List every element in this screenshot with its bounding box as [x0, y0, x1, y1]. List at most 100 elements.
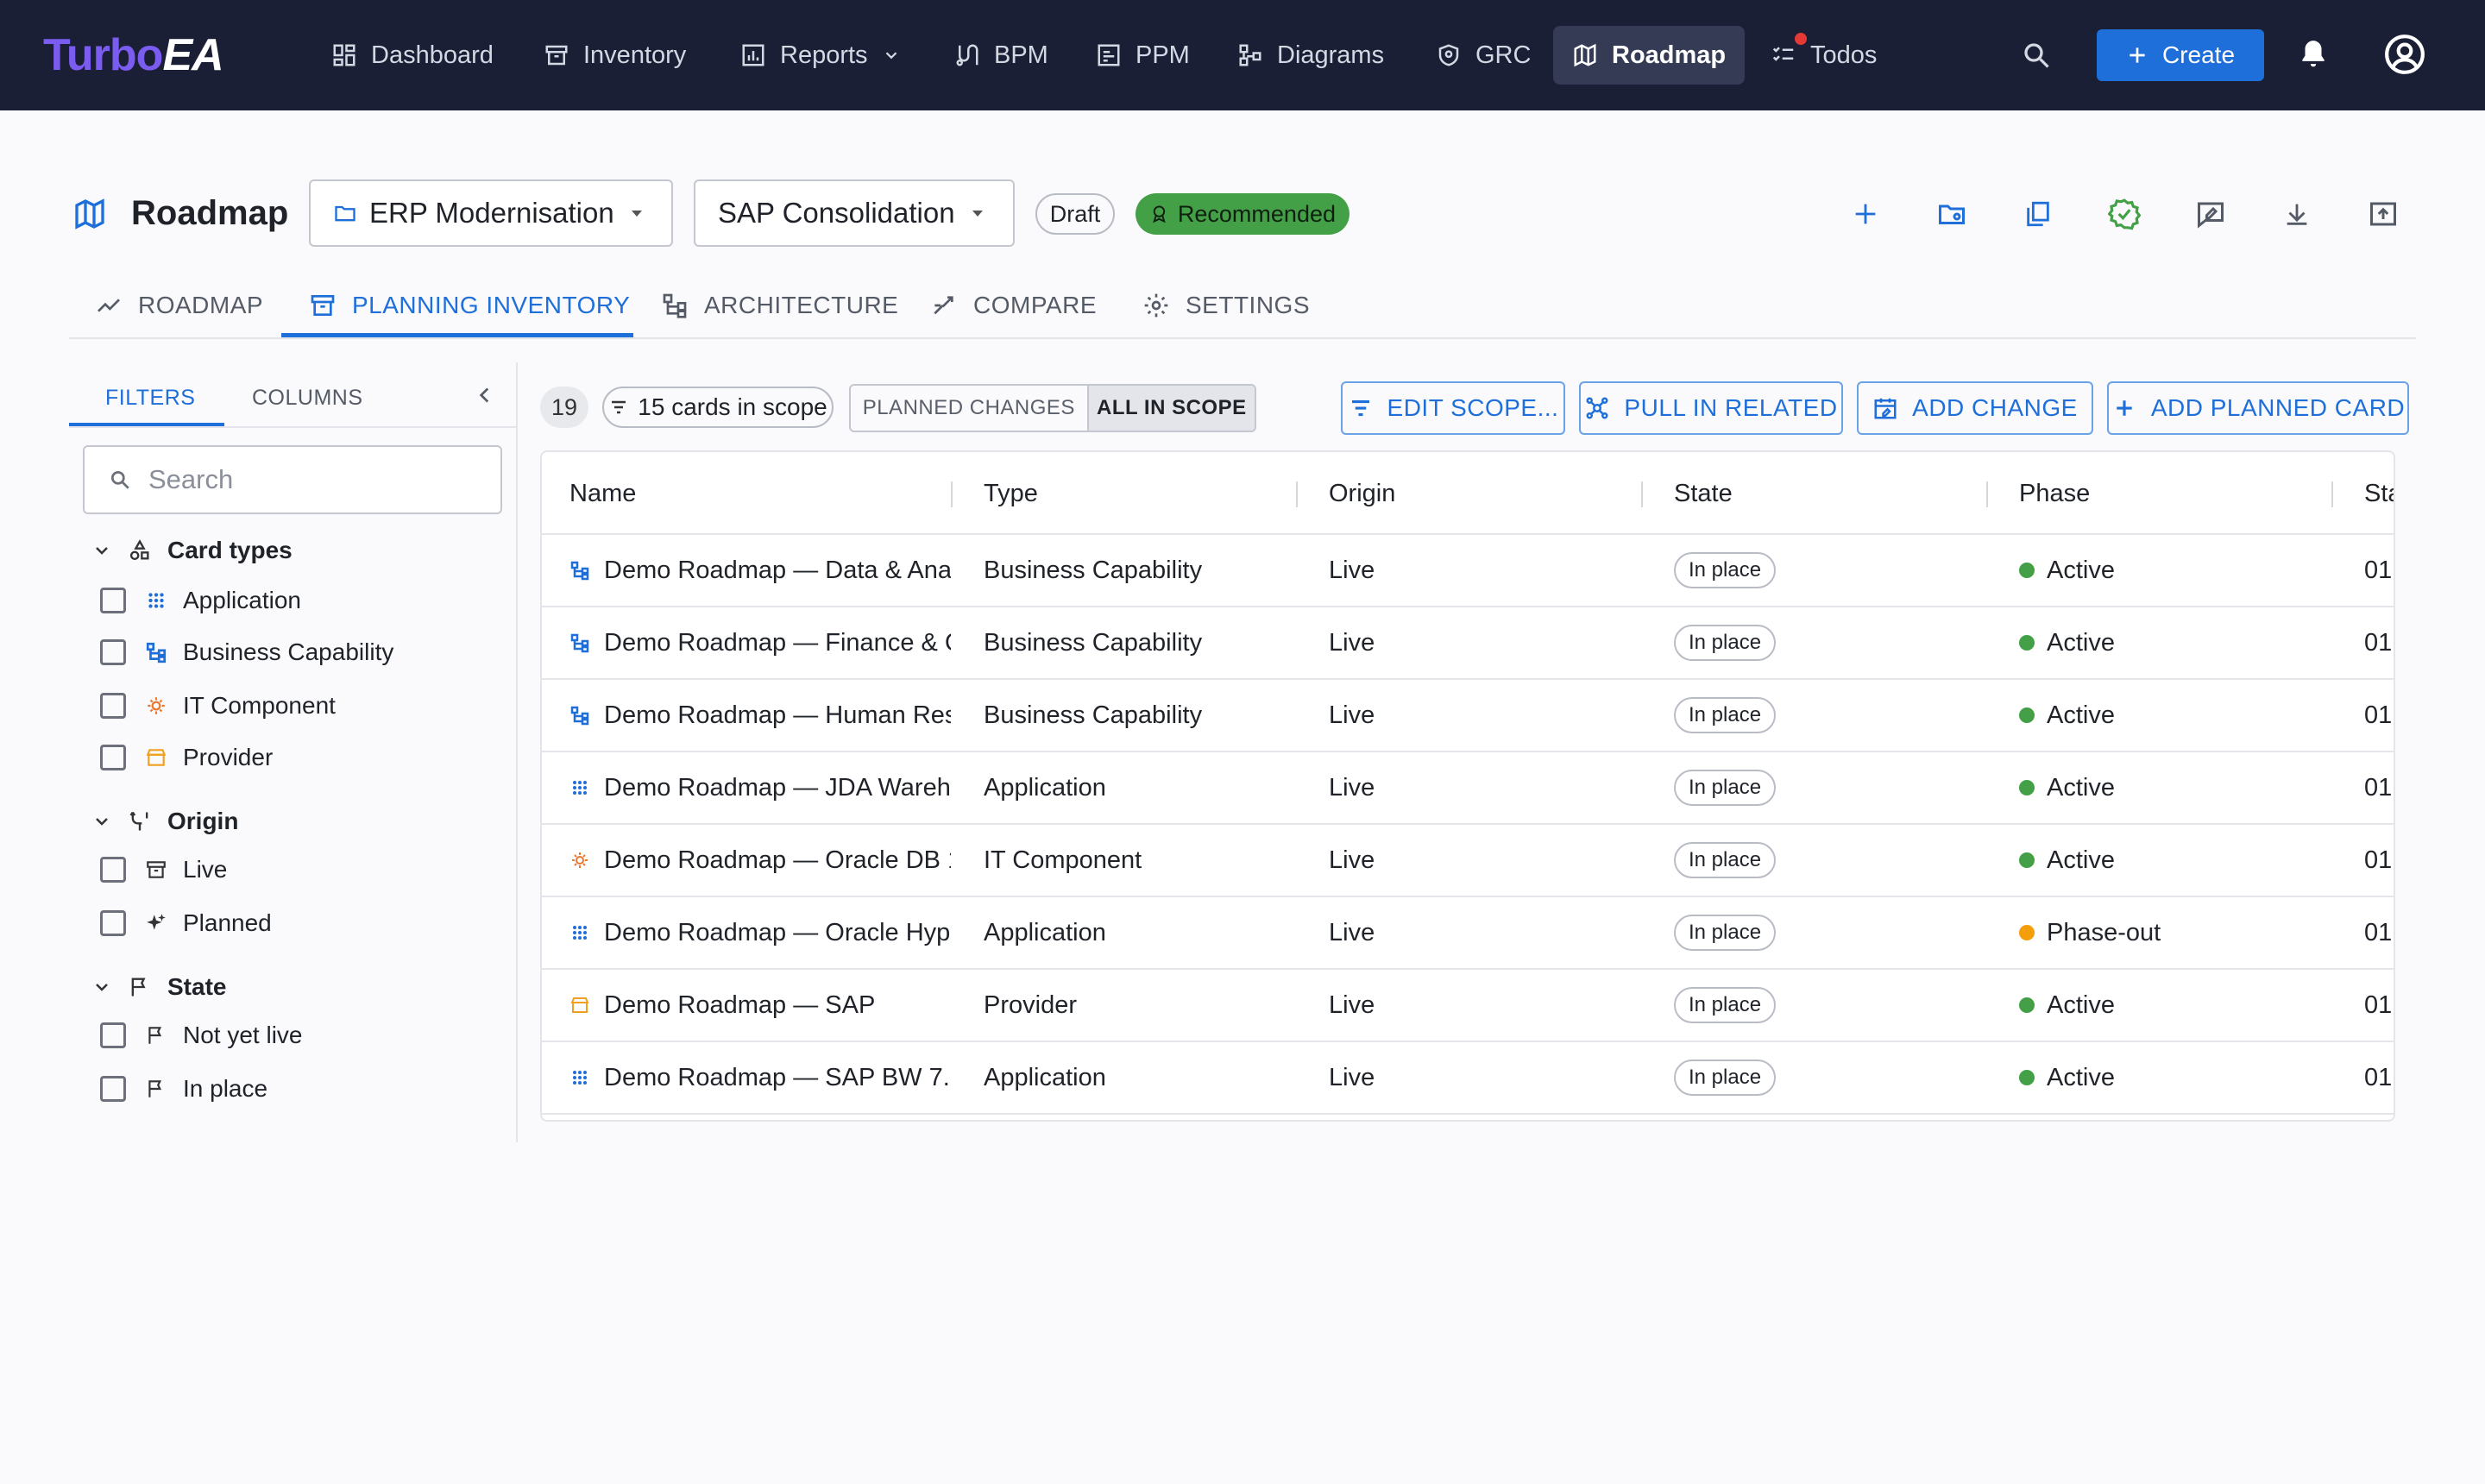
- search-button[interactable]: [2016, 35, 2057, 76]
- comment-button[interactable]: [2190, 193, 2231, 235]
- checkbox[interactable]: [100, 1076, 126, 1102]
- nav-item-roadmap[interactable]: Roadmap: [1553, 26, 1746, 85]
- edit-scope-button[interactable]: EDIT SCOPE...: [1341, 381, 1565, 435]
- tab-filters[interactable]: FILTERS: [105, 368, 195, 428]
- table-row[interactable]: Demo Roadmap — Oracle DB 19 IT Component…: [542, 825, 2394, 897]
- filter-option-in-place[interactable]: In place: [100, 1072, 267, 1106]
- table-row[interactable]: Demo Roadmap — Finance & Co Business Cap…: [542, 607, 2394, 680]
- cell-start: 01: [2364, 1063, 2393, 1091]
- filter-option-live[interactable]: Live: [100, 852, 227, 887]
- application-icon: [573, 781, 587, 795]
- filter-option-not-yet-live[interactable]: Not yet live: [100, 1018, 303, 1053]
- cell-start: 01: [2364, 918, 2393, 946]
- checkbox[interactable]: [100, 693, 126, 719]
- plus-icon: [2130, 47, 2145, 63]
- add-change-button[interactable]: ADD CHANGE: [1857, 381, 2093, 435]
- add-button[interactable]: [1845, 193, 1886, 235]
- calendar-edit-icon: [1874, 398, 1897, 419]
- cell-state: In place: [1674, 752, 1777, 823]
- column-header-name[interactable]: Name: [569, 452, 636, 535]
- state-chip: In place: [1674, 697, 1777, 733]
- notifications-button[interactable]: [2292, 33, 2335, 76]
- column-resize-handle[interactable]: [1641, 481, 1643, 507]
- nav-item-inventory[interactable]: Inventory: [525, 26, 705, 85]
- cell-phase: Active: [2019, 1042, 2115, 1113]
- folder-settings-icon: [1939, 204, 1965, 224]
- tab-compare[interactable]: COMPARE: [930, 274, 1097, 336]
- column-header-state[interactable]: State: [1674, 452, 1733, 535]
- filter-group-state[interactable]: State: [91, 970, 226, 1004]
- filter-option-application[interactable]: Application: [100, 583, 301, 618]
- filter-option-planned[interactable]: Planned: [100, 906, 272, 940]
- tab-roadmap[interactable]: ROADMAP: [95, 274, 263, 336]
- column-header-phase[interactable]: Phase: [2019, 452, 2090, 535]
- nav-item-dashboard[interactable]: Dashboard: [312, 26, 513, 85]
- column-header-type[interactable]: Type: [984, 452, 1038, 535]
- nav-item-todos[interactable]: Todos: [1752, 26, 1896, 85]
- filter-group-card-types[interactable]: Card types: [91, 533, 293, 568]
- checkbox[interactable]: [100, 910, 126, 936]
- business-capability-icon: [146, 642, 167, 663]
- table-row[interactable]: Demo Roadmap — SAP BW 7.5 Application Li…: [542, 1042, 2394, 1115]
- account-button[interactable]: [2381, 31, 2428, 78]
- bpm-icon: [956, 44, 978, 66]
- column-resize-handle[interactable]: [951, 481, 953, 507]
- table-row[interactable]: Demo Roadmap — Oracle Hyper Application …: [542, 897, 2394, 970]
- cell-phase: Active: [2019, 752, 2115, 823]
- column-resize-handle[interactable]: [2331, 481, 2333, 507]
- duplicate-button[interactable]: [2017, 193, 2059, 235]
- turbo-ea-logo[interactable]: TurboEA: [43, 29, 224, 81]
- phase-active-dot: [2019, 852, 2035, 868]
- checkbox[interactable]: [100, 1022, 126, 1048]
- chevron-down-icon: [96, 984, 108, 991]
- toggle-planned-changes[interactable]: PLANNED CHANGES: [851, 386, 1087, 431]
- approve-button[interactable]: [2104, 193, 2145, 235]
- tab-columns[interactable]: COLUMNS: [252, 368, 363, 428]
- checkbox[interactable]: [100, 745, 126, 770]
- download-button[interactable]: [2276, 193, 2318, 235]
- column-resize-handle[interactable]: [1986, 481, 1988, 507]
- filter-group-origin[interactable]: Origin: [91, 804, 238, 839]
- column-resize-handle[interactable]: [1296, 481, 1298, 507]
- table-row[interactable]: Demo Roadmap — Data & Analy Business Cap…: [542, 535, 2394, 607]
- tab-architecture[interactable]: ARCHITECTURE: [661, 274, 898, 336]
- panel-separator: [516, 362, 518, 1142]
- tab-planning-inventory[interactable]: PLANNING INVENTORY: [309, 274, 630, 336]
- scope-chip[interactable]: 15 cards in scope: [602, 387, 834, 428]
- cell-type: Provider: [984, 990, 1077, 1019]
- filter-search-input[interactable]: Search: [83, 445, 502, 514]
- column-header-origin[interactable]: Origin: [1329, 452, 1395, 535]
- nav-item-grc[interactable]: GRC: [1417, 26, 1550, 85]
- filter-option-business-capability[interactable]: Business Capability: [100, 635, 393, 670]
- add-planned-card-button[interactable]: ADD PLANNED CARD: [2107, 381, 2409, 435]
- initiative-select[interactable]: ERP Modernisation: [309, 179, 673, 247]
- scenario-select[interactable]: SAP Consolidation: [694, 179, 1015, 247]
- checkbox[interactable]: [100, 588, 126, 613]
- nav-item-reports[interactable]: Reports: [721, 26, 920, 85]
- filter-option-provider[interactable]: Provider: [100, 740, 273, 775]
- pull-in-related-button[interactable]: PULL IN RELATED: [1579, 381, 1843, 435]
- folder-icon: [335, 205, 355, 222]
- folder-settings-button[interactable]: [1931, 193, 1972, 235]
- table-row[interactable]: Demo Roadmap — JDA Wareho Application Li…: [542, 752, 2394, 825]
- filter-option-it-component[interactable]: IT Component: [100, 689, 336, 723]
- nav-item-bpm[interactable]: BPM: [935, 26, 1067, 85]
- tab-settings[interactable]: SETTINGS: [1142, 274, 1310, 336]
- cell-name: Demo Roadmap — Finance & Co: [569, 607, 951, 678]
- table-row[interactable]: Demo Roadmap — Human Reso Business Capab…: [542, 680, 2394, 752]
- table-row[interactable]: Demo Roadmap — SAP Provider Live In plac…: [542, 970, 2394, 1042]
- flag-icon: [148, 1027, 162, 1044]
- checkbox[interactable]: [100, 639, 126, 665]
- nav-item-diagrams[interactable]: Diagrams: [1218, 26, 1403, 85]
- cell-start: 01: [2364, 701, 2393, 729]
- comment-edit-icon: [2198, 202, 2224, 229]
- create-button[interactable]: Create: [2097, 29, 2264, 81]
- export-button[interactable]: [2362, 193, 2404, 235]
- toggle-all-in-scope[interactable]: ALL IN SCOPE: [1086, 386, 1255, 431]
- column-header-start[interactable]: Sta: [2364, 452, 2394, 535]
- checkbox[interactable]: [100, 857, 126, 883]
- collapse-panel-button[interactable]: [469, 380, 500, 411]
- nav-item-ppm[interactable]: PPM: [1077, 26, 1209, 85]
- hierarchy-icon: [663, 293, 687, 318]
- upload-icon: [2370, 202, 2396, 226]
